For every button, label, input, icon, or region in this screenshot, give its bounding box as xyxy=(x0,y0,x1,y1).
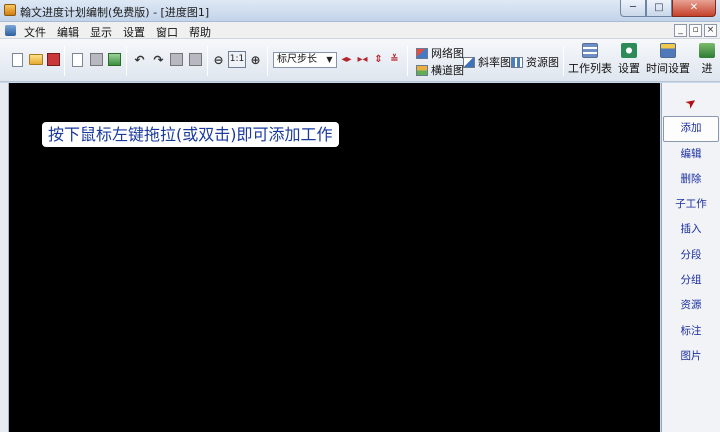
group-button[interactable]: 分组 xyxy=(663,268,719,293)
gantt-view-label: 横道图 xyxy=(431,64,464,77)
canvas-hint: 按下鼠标左键拖拉(或双击)即可添加工作 xyxy=(42,122,339,147)
new-file-icon[interactable] xyxy=(10,52,25,67)
export-icon[interactable] xyxy=(107,52,122,67)
progress-icon xyxy=(699,43,715,58)
network-view-button[interactable]: 网络图 xyxy=(416,45,464,61)
menu-help[interactable]: 帮助 xyxy=(189,24,211,40)
tool-panel: ➤ 添加 编辑 删除 子工作 插入 分段 分组 资源 标注 图片 xyxy=(661,83,720,432)
gantt-chart-icon xyxy=(416,64,428,76)
resource-view-label: 资源图 xyxy=(526,56,559,69)
tool-list: ➤ 添加 编辑 删除 子工作 插入 分段 分组 资源 标注 图片 xyxy=(663,91,719,369)
select-tool-button[interactable]: ➤ xyxy=(663,91,719,116)
chevron-down-icon[interactable]: ▼ xyxy=(324,54,335,66)
minimize-button[interactable]: ─ xyxy=(620,0,646,17)
close-button[interactable]: ✕ xyxy=(672,0,716,17)
undo-icon[interactable]: ↶ xyxy=(132,52,147,67)
zoom-in-icon[interactable]: ⊕ xyxy=(248,52,263,67)
progress-button[interactable]: 进 xyxy=(697,43,717,79)
network-view-label: 网络图 xyxy=(431,47,464,60)
window-title: 翰文进度计划编制(免费版) - [进度图1] xyxy=(20,6,210,19)
pointer-arrow-icon: ➤ xyxy=(682,94,700,113)
resource-button[interactable]: 资源 xyxy=(663,293,719,318)
menu-view[interactable]: 显示 xyxy=(90,24,112,40)
menu-settings[interactable]: 设置 xyxy=(123,24,145,40)
annotate-button[interactable]: 标注 xyxy=(663,319,719,344)
gantt-view-button[interactable]: 横道图 xyxy=(416,62,464,78)
list-icon xyxy=(582,43,598,58)
title-bar: 翰文进度计划编制(免费版) - [进度图1] ─ □ ✕ xyxy=(0,0,720,22)
save-icon[interactable] xyxy=(46,52,61,67)
menu-edit[interactable]: 编辑 xyxy=(57,24,79,40)
gear-icon xyxy=(621,43,637,58)
image-button[interactable]: 图片 xyxy=(663,344,719,369)
document-menu-icon[interactable] xyxy=(5,25,16,36)
left-ruler xyxy=(0,83,9,432)
segment-button[interactable]: 分段 xyxy=(663,243,719,268)
menu-file[interactable]: 文件 xyxy=(24,24,46,40)
toolbar-separator xyxy=(563,46,564,76)
network-chart-icon xyxy=(416,47,428,59)
toolbar: ↶ ↷ ⊖ 1:1 ⊕ 标尺步长 ▼ ◂▸ ▸◂ ⇕ ≚ 网络图 横道图 斜率图… xyxy=(0,39,720,82)
scale-step-select[interactable]: 标尺步长 ▼ xyxy=(273,52,337,68)
expand-horizontal-icon[interactable]: ◂▸ xyxy=(339,52,354,67)
add-task-button[interactable]: 添加 xyxy=(663,116,719,142)
resource-view-button[interactable]: 资源图 xyxy=(511,54,559,70)
scale-step-value: 标尺步长 xyxy=(277,54,317,65)
delete-task-button[interactable]: 删除 xyxy=(663,167,719,192)
toolbar-separator xyxy=(126,46,127,76)
shrink-horizontal-icon[interactable]: ▸◂ xyxy=(355,52,370,67)
open-folder-icon[interactable] xyxy=(28,52,43,67)
settings-label: 设置 xyxy=(618,62,640,75)
print-icon[interactable] xyxy=(89,52,104,67)
redo-icon[interactable]: ↷ xyxy=(151,52,166,67)
insert-button[interactable]: 插入 xyxy=(663,217,719,242)
zoom-out-icon[interactable]: ⊖ xyxy=(211,52,226,67)
app-icon xyxy=(4,4,16,16)
resource-chart-icon xyxy=(511,56,523,68)
maximize-button[interactable]: □ xyxy=(646,0,672,17)
copy-icon[interactable] xyxy=(169,52,184,67)
expand-vertical-icon[interactable]: ⇕ xyxy=(371,52,386,67)
edit-task-button[interactable]: 编辑 xyxy=(663,142,719,167)
menu-items: 文件 编辑 显示 设置 窗口 帮助 xyxy=(24,24,222,40)
toolbar-separator xyxy=(267,46,268,76)
menu-window[interactable]: 窗口 xyxy=(156,24,178,40)
slope-view-button[interactable]: 斜率图 xyxy=(463,54,511,70)
subtask-button[interactable]: 子工作 xyxy=(663,192,719,217)
slope-chart-icon xyxy=(463,56,475,68)
time-settings-label: 时间设置 xyxy=(646,62,690,75)
toolbar-separator xyxy=(207,46,208,76)
progress-label: 进 xyxy=(701,62,713,75)
child-restore-button[interactable]: ▫ xyxy=(689,24,702,37)
task-list-button[interactable]: 工作列表 xyxy=(568,43,612,79)
time-settings-button[interactable]: 时间设置 xyxy=(646,43,690,79)
find-icon[interactable] xyxy=(188,52,203,67)
print-preview-icon[interactable] xyxy=(70,52,85,67)
child-minimize-button[interactable]: _ xyxy=(674,24,687,37)
window-controls: ─ □ ✕ xyxy=(620,0,716,18)
task-list-label: 工作列表 xyxy=(568,62,612,75)
child-window-controls: _ ▫ × xyxy=(672,24,717,37)
child-close-button[interactable]: × xyxy=(704,24,717,37)
menu-bar: 文件 编辑 显示 设置 窗口 帮助 _ ▫ × xyxy=(0,22,720,39)
toolbar-separator xyxy=(407,46,408,76)
settings-button[interactable]: 设置 xyxy=(616,43,642,79)
calendar-icon xyxy=(660,43,676,58)
shrink-vertical-icon[interactable]: ≚ xyxy=(387,52,402,67)
toolbar-separator xyxy=(64,46,65,76)
zoom-actual-size-button[interactable]: 1:1 xyxy=(228,51,246,68)
slope-view-label: 斜率图 xyxy=(478,56,511,69)
